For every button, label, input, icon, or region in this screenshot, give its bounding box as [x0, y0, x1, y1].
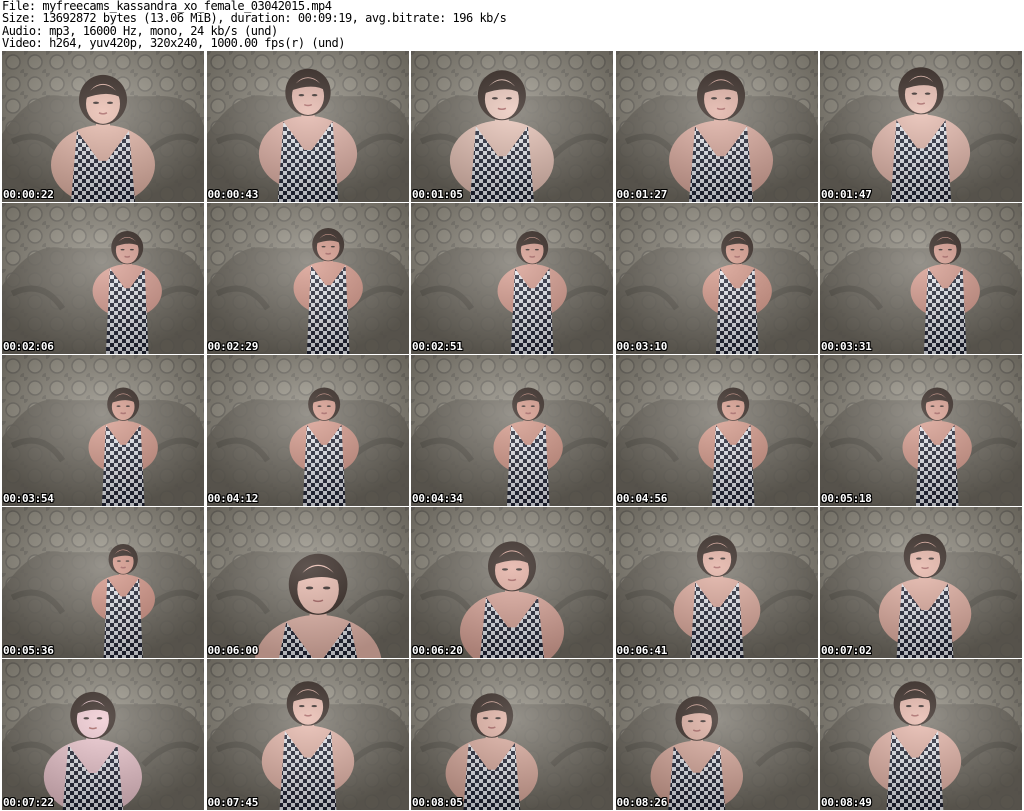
thumbnail-timestamp: 00:06:00 — [207, 644, 259, 657]
webcam-frame-image — [820, 51, 1022, 202]
thumbnail-timestamp: 00:02:06 — [3, 340, 54, 353]
thumbnail-timestamp: 00:05:36 — [3, 644, 54, 657]
thumbnail-frame: 00:01:27 — [615, 51, 818, 202]
thumbnail-timestamp: 00:08:05 — [412, 796, 463, 809]
webcam-frame-image — [206, 203, 409, 354]
webcam-frame-image — [2, 659, 204, 810]
thumbnail-timestamp: 00:03:10 — [616, 340, 668, 353]
webcam-frame-image — [820, 507, 1022, 658]
thumbnail-frame: 00:00:22 — [2, 51, 204, 202]
thumbnail-timestamp: 00:02:29 — [207, 340, 259, 353]
thumbnail-timestamp: 00:07:02 — [821, 644, 872, 657]
webcam-frame-image — [615, 203, 818, 354]
thumbnail-frame: 00:07:45 — [206, 659, 409, 810]
thumbnail-frame: 00:04:56 — [615, 355, 818, 506]
thumbnail-frame: 00:02:51 — [411, 203, 613, 354]
thumbnail-timestamp: 00:03:54 — [3, 492, 54, 505]
thumbnail-timestamp: 00:00:22 — [3, 188, 54, 201]
file-size-line: Size: 13692872 bytes (13.06 MiB), durati… — [2, 11, 507, 26]
video-info-line: Video: h264, yuv420p, 320x240, 1000.00 f… — [2, 35, 345, 50]
thumbnail-frame: 00:01:05 — [411, 51, 613, 202]
thumbnail-timestamp: 00:08:26 — [616, 796, 668, 809]
file-info-header: File: myfreecams_kassandra_xo_female_030… — [2, 0, 1022, 50]
thumbnail-frame: 00:08:49 — [820, 659, 1022, 810]
thumbnail-timestamp: 00:07:22 — [3, 796, 54, 809]
webcam-frame-image — [615, 51, 818, 202]
thumbnail-frame: 00:02:29 — [206, 203, 409, 354]
thumbnail-frame: 00:04:12 — [206, 355, 409, 506]
thumbnail-timestamp: 00:01:05 — [412, 188, 463, 201]
webcam-frame-image — [2, 203, 204, 354]
thumbnail-frame: 00:05:18 — [820, 355, 1022, 506]
thumbnail-timestamp: 00:00:43 — [207, 188, 259, 201]
thumbnail-timestamp: 00:08:49 — [821, 796, 872, 809]
thumbnail-timestamp: 00:01:47 — [821, 188, 872, 201]
thumbnail-frame: 00:03:31 — [820, 203, 1022, 354]
thumbnail-frame: 00:01:47 — [820, 51, 1022, 202]
webcam-frame-image — [206, 507, 409, 658]
webcam-frame-image — [615, 507, 818, 658]
thumbnail-frame: 00:08:26 — [615, 659, 818, 810]
thumbnail-timestamp: 00:06:41 — [616, 644, 668, 657]
webcam-frame-image — [411, 203, 613, 354]
thumbnail-timestamp: 00:06:20 — [412, 644, 463, 657]
thumbnail-frame: 00:02:06 — [2, 203, 204, 354]
thumbnail-timestamp: 00:04:34 — [412, 492, 463, 505]
webcam-frame-image — [206, 355, 409, 506]
webcam-frame-image — [615, 355, 818, 506]
thumbnail-timestamp: 00:04:12 — [207, 492, 259, 505]
webcam-frame-image — [820, 203, 1022, 354]
thumbnail-timestamp: 00:02:51 — [412, 340, 463, 353]
thumbnail-frame: 00:08:05 — [411, 659, 613, 810]
thumbnail-frame: 00:07:02 — [820, 507, 1022, 658]
webcam-frame-image — [2, 51, 204, 202]
thumbnail-grid: 00:00:22 00:00:43 00:01:05 00:01:27 00:01:47… — [2, 51, 1022, 810]
thumbnail-frame: 00:06:00 — [206, 507, 409, 658]
thumbnail-frame: 00:07:22 — [2, 659, 204, 810]
webcam-frame-image — [820, 355, 1022, 506]
webcam-frame-image — [411, 659, 613, 810]
webcam-frame-image — [2, 507, 204, 658]
thumbnail-frame: 00:06:20 — [411, 507, 613, 658]
webcam-frame-image — [206, 51, 409, 202]
thumbnail-timestamp: 00:05:18 — [821, 492, 872, 505]
webcam-frame-image — [206, 659, 409, 810]
thumbnail-frame: 00:03:54 — [2, 355, 204, 506]
thumbnail-frame: 00:05:36 — [2, 507, 204, 658]
webcam-frame-image — [411, 51, 613, 202]
webcam-frame-image — [411, 507, 613, 658]
thumbnail-timestamp: 00:04:56 — [616, 492, 668, 505]
thumbnail-frame: 00:00:43 — [206, 51, 409, 202]
webcam-frame-image — [615, 659, 818, 810]
thumbnail-frame: 00:04:34 — [411, 355, 613, 506]
thumbnail-frame: 00:06:41 — [615, 507, 818, 658]
thumbnail-timestamp: 00:01:27 — [616, 188, 668, 201]
webcam-frame-image — [411, 355, 613, 506]
webcam-frame-image — [2, 355, 204, 506]
webcam-frame-image — [820, 659, 1022, 810]
thumbnail-timestamp: 00:03:31 — [821, 340, 872, 353]
thumbnail-frame: 00:03:10 — [615, 203, 818, 354]
thumbnail-timestamp: 00:07:45 — [207, 796, 259, 809]
